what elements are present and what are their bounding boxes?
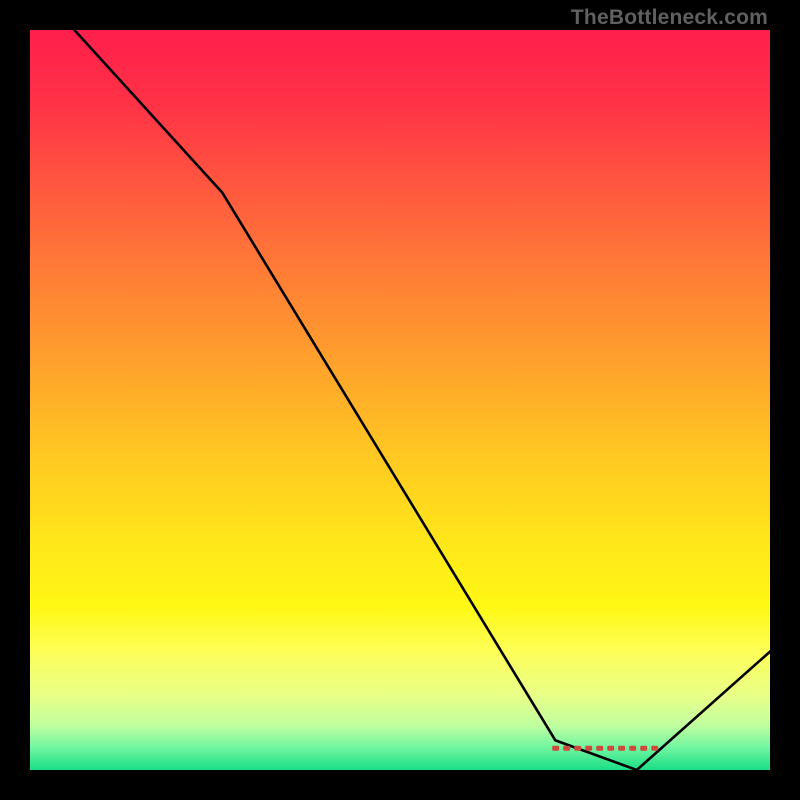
chart-frame: TheBottleneck.com — [0, 0, 800, 800]
watermark-text: TheBottleneck.com — [571, 6, 768, 30]
chart-svg — [30, 30, 770, 770]
chart-background — [30, 30, 770, 770]
plot-area — [30, 30, 770, 770]
